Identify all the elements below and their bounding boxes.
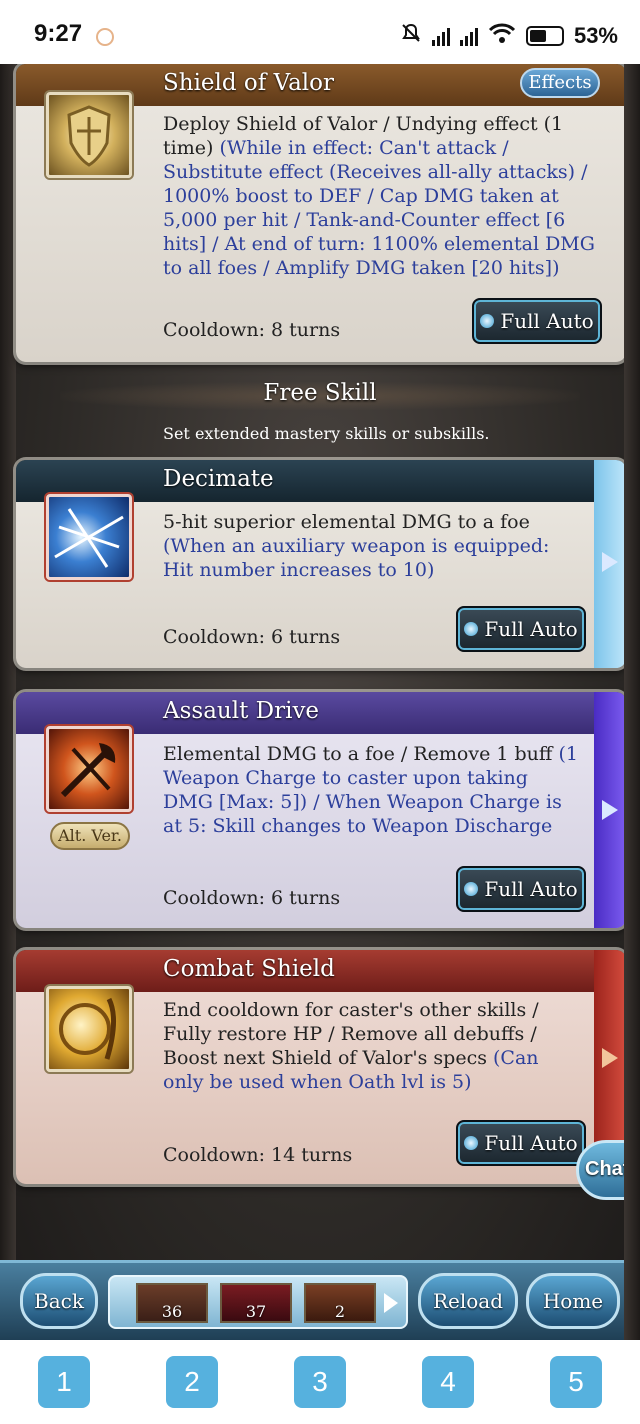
skill-desc-detail: (While in effect: Can't attack / Substit… [163,137,595,279]
radio-icon [464,882,479,896]
status-time: 9:27 [34,20,83,47]
item-slot-3[interactable]: 2 [304,1283,376,1323]
item-count: 37 [245,1302,267,1321]
signal-icon-1 [431,26,450,46]
skill-card-decimate[interactable]: Decimate 5-hit superior elemental DMG to… [16,460,626,668]
chat-button[interactable]: Chat [576,1140,640,1200]
skill-description: Deploy Shield of Valor / Undying effect … [163,112,598,280]
skill-desc-plain: Elemental DMG to a foe / Remove 1 buff [163,743,553,765]
wifi-icon [488,22,516,50]
item-count: 36 [161,1302,183,1321]
skill-card-combat-shield[interactable]: Combat Shield End cooldown for caster's … [16,950,626,1184]
radio-icon [464,622,479,636]
arrow-right-icon [602,1048,618,1068]
item-count: 2 [334,1302,346,1321]
item-slot-1[interactable]: 36 [136,1283,208,1323]
effects-button[interactable]: Effects [520,68,600,98]
shield-icon [46,92,132,178]
home-button[interactable]: Home [526,1273,620,1329]
skill-desc-plain: 5-hit superior elemental DMG to a foe [163,511,530,533]
key-bar: 1 2 3 4 5 [0,1340,640,1424]
alt-version-badge[interactable]: Alt. Ver. [50,822,130,850]
key-1[interactable]: 1 [38,1356,90,1408]
battery-icon [525,26,564,46]
arrow-right-icon [602,800,618,820]
skill-cooldown: Cooldown: 6 turns [163,887,341,909]
key-5[interactable]: 5 [550,1356,602,1408]
free-skill-subtitle: Set extended mastery skills or subskills… [163,424,490,443]
status-bar: 9:27 53% [0,0,640,64]
skill-desc-plain: End cooldown for caster's other skills /… [163,999,539,1069]
lightning-icon [46,494,132,580]
tray-arrow-icon[interactable] [384,1293,398,1313]
reload-button[interactable]: Reload [418,1273,518,1329]
radio-icon [464,1136,479,1150]
item-slot-2[interactable]: 37 [220,1283,292,1323]
free-skill-title: Free Skill [263,380,377,406]
key-4[interactable]: 4 [422,1356,474,1408]
skill-title: Shield of Valor [163,70,335,96]
full-auto-button[interactable]: Full Auto [456,866,586,912]
skill-body: Alt. Ver. Elemental DMG to a foe / Remov… [16,726,626,928]
skill-body: End cooldown for caster's other skills /… [16,986,626,1184]
full-auto-label: Full Auto [484,617,578,641]
full-auto-label: Full Auto [484,1131,578,1155]
skill-description: End cooldown for caster's other skills /… [163,998,582,1094]
skill-side-tab[interactable] [594,692,626,928]
status-icons: 53% [400,22,618,50]
skill-desc-detail: (When an auxiliary weapon is equipped: H… [163,535,550,581]
skill-description: 5-hit superior elemental DMG to a foe (W… [163,510,582,582]
full-auto-button[interactable]: Full Auto [472,298,602,344]
skill-card-shield-of-valor[interactable]: Shield of Valor Effects Deploy Shield of… [16,64,626,362]
skill-body: Deploy Shield of Valor / Undying effect … [16,92,626,362]
axe-icon [46,726,132,812]
signal-icon-2 [459,26,478,46]
full-auto-label: Full Auto [500,309,594,333]
full-auto-button[interactable]: Full Auto [456,606,586,652]
battery-percent: 53% [573,23,618,48]
mute-icon [400,22,422,50]
game-area: Shield of Valor Effects Deploy Shield of… [0,64,640,1340]
notification-icon [96,28,114,46]
free-skill-section: Free Skill Set extended mastery skills o… [0,370,640,450]
combat-shield-icon [46,986,132,1072]
key-2[interactable]: 2 [166,1356,218,1408]
skill-cooldown: Cooldown: 8 turns [163,319,341,341]
full-auto-label: Full Auto [484,877,578,901]
skill-title: Assault Drive [163,698,320,724]
item-tray: 36 37 2 [108,1275,408,1329]
skill-title: Decimate [163,466,274,492]
full-auto-button[interactable]: Full Auto [456,1120,586,1166]
back-button[interactable]: Back [20,1273,98,1329]
skill-cooldown: Cooldown: 14 turns [163,1144,353,1166]
skill-description: Elemental DMG to a foe / Remove 1 buff (… [163,742,582,838]
radio-icon [480,314,495,328]
arrow-right-icon [602,552,618,572]
bottom-bar: Back 36 37 2 Reload Home [0,1260,640,1340]
skill-cooldown: Cooldown: 6 turns [163,626,341,648]
key-3[interactable]: 3 [294,1356,346,1408]
skill-title: Combat Shield [163,956,335,982]
skill-body: 5-hit superior elemental DMG to a foe (W… [16,494,626,668]
skill-side-tab[interactable] [594,460,626,668]
skill-card-assault-drive[interactable]: Assault Drive Alt. Ver. Elemental DMG to… [16,692,626,928]
